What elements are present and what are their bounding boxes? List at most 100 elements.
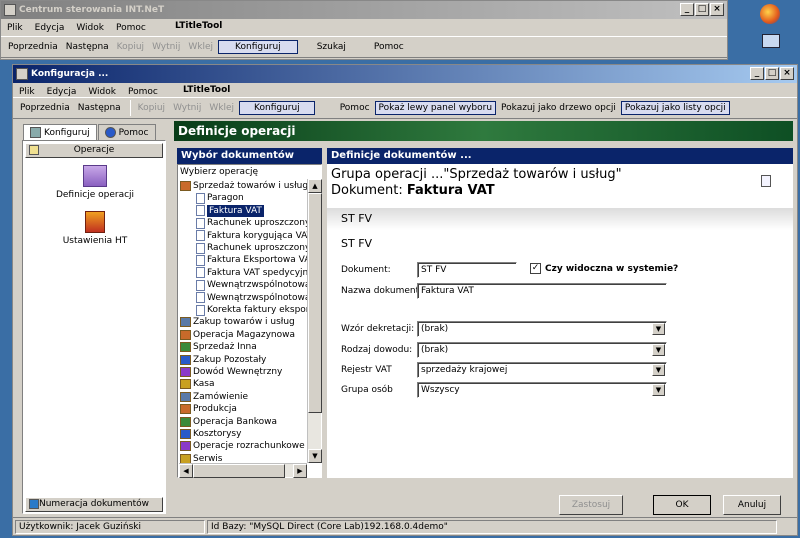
tree-document-item[interactable]: Rachunek uproszczony ko <box>196 242 307 254</box>
grupa-label: Grupa osób <box>341 385 393 395</box>
cut-button[interactable]: Wytnij <box>170 102 204 114</box>
cancel-button[interactable]: Anuluj <box>723 495 781 515</box>
tree-group-item[interactable]: Zakup Pozostały <box>180 354 266 366</box>
chevron-down-icon[interactable]: ▼ <box>652 384 665 396</box>
next-button[interactable]: Następna <box>75 102 124 114</box>
tree-group-item[interactable]: Operacja Bankowa <box>180 416 277 428</box>
configure-button[interactable]: Konfiguruj <box>239 101 315 115</box>
maximize-icon[interactable]: □ <box>695 3 709 16</box>
scroll-down-icon[interactable]: ▼ <box>308 449 322 463</box>
grupa-select[interactable]: Wszyscy ▼ <box>417 382 667 398</box>
minimize-icon[interactable]: _ <box>750 67 764 80</box>
help-button[interactable]: Pomoc <box>337 102 373 114</box>
grupa-value: Wszyscy <box>421 385 460 395</box>
operacje-section-button[interactable]: Operacje <box>25 143 163 158</box>
chevron-down-icon[interactable]: ▼ <box>652 344 665 356</box>
tree-document-item[interactable]: Faktura korygująca VAT <box>196 230 307 242</box>
back-next-button[interactable]: Następna <box>63 41 112 53</box>
tree-vscroll[interactable]: ▲ ▼ <box>307 179 322 463</box>
menu-pomoc[interactable]: Pomoc <box>128 87 158 97</box>
dekret-select[interactable]: (brak) ▼ <box>417 321 667 337</box>
tree-group-item[interactable]: Sprzedaż Inna <box>180 341 257 353</box>
tree-group-item[interactable]: Sprzedaż towarów i usług <box>180 180 307 192</box>
tree-group-item[interactable]: Zakup towarów i usług <box>180 316 295 328</box>
scroll-up-icon[interactable]: ▲ <box>308 179 322 193</box>
tab-pomoc[interactable]: Pomoc <box>97 124 156 140</box>
doc-prefix: Dokument: <box>331 183 407 198</box>
tree-item-label: Operacja Bankowa <box>193 416 278 427</box>
chevron-down-icon[interactable]: ▼ <box>652 364 665 376</box>
config-window-titlebar[interactable]: Konfiguracja ... _ □ × <box>13 65 797 83</box>
scroll-left-icon[interactable]: ◀ <box>179 464 193 478</box>
group-icon <box>180 329 191 340</box>
tree-group-item[interactable]: Zamówienie <box>180 391 248 403</box>
numbering-icon <box>29 499 39 509</box>
show-left-panel-button[interactable]: Pokaż lewy panel wyboru <box>374 101 497 115</box>
back-help-button[interactable]: Pomoc <box>371 41 407 53</box>
tree-document-item[interactable]: Paragon <box>196 192 244 204</box>
ustawienia-ht-item[interactable]: Ustawienia HT <box>33 211 157 246</box>
tree-group-item[interactable]: Operacja Magazynowa <box>180 329 295 341</box>
chevron-down-icon[interactable]: ▼ <box>652 323 665 335</box>
tree-document-item[interactable]: Faktura Eksportowa VAT <box>196 254 307 266</box>
visible-checkbox[interactable]: ✓ <box>530 263 541 274</box>
tree-document-item[interactable]: Korekta faktury eksporto <box>196 304 307 316</box>
group-icon <box>180 429 191 439</box>
apply-button[interactable]: Zastosuj <box>559 495 623 515</box>
vat-select[interactable]: sprzedaży krajowej ▼ <box>417 362 667 378</box>
prev-button[interactable]: Poprzednia <box>17 102 73 114</box>
back-cut-button[interactable]: Wytnij <box>149 41 183 53</box>
operations-tree[interactable]: Sprzedaż towarów i usług Paragon Faktura V… <box>179 179 307 463</box>
dowod-select[interactable]: (brak) ▼ <box>417 342 667 358</box>
tree-group-item[interactable]: Serwis <box>180 453 223 463</box>
desktop-firefox-icon[interactable] <box>760 4 780 24</box>
name-input[interactable]: Faktura VAT <box>417 283 667 299</box>
scroll-thumb[interactable] <box>308 193 322 413</box>
close-icon[interactable]: × <box>710 3 724 16</box>
back-window-titlebar[interactable]: Centrum sterowania INT.NeT _ □ × <box>1 1 727 19</box>
maximize-icon[interactable]: □ <box>765 67 779 80</box>
document-icon <box>196 304 205 316</box>
tree-document-item[interactable]: Faktura VAT spedycyjna <box>196 267 307 279</box>
copy-button[interactable]: Kopiuj <box>135 102 168 114</box>
status-user: Użytkownik: Jacek Guziński <box>15 519 205 534</box>
document-icon <box>196 217 205 229</box>
tree-group-item[interactable]: Kasa <box>180 378 214 390</box>
tab-konfiguruj[interactable]: Konfiguruj <box>23 124 97 140</box>
tree-document-item[interactable]: Wewnątrzwspólnotowa d <box>196 292 307 304</box>
menu-plik[interactable]: Plik <box>19 87 35 97</box>
back-copy-button[interactable]: Kopiuj <box>114 41 147 53</box>
scroll-right-icon[interactable]: ▶ <box>293 464 307 478</box>
show-list-button[interactable]: Pokazuj jako listy opcji <box>620 101 730 115</box>
menu-pomoc[interactable]: Pomoc <box>116 23 146 33</box>
show-tree-button[interactable]: Pokazuj jako drzewo opcji <box>498 102 619 114</box>
numeracja-button[interactable]: Numeracja dokumentów <box>25 497 163 512</box>
back-configure-button[interactable]: Konfiguruj <box>218 40 298 54</box>
back-prev-button[interactable]: Poprzednia <box>5 41 61 53</box>
close-icon[interactable]: × <box>780 67 794 80</box>
back-search-button[interactable]: Szukaj <box>314 41 349 53</box>
tree-document-item[interactable]: Rachunek uproszczony <box>196 217 307 229</box>
menu-widok[interactable]: Widok <box>88 87 116 97</box>
hscroll-thumb[interactable] <box>193 464 285 478</box>
back-paste-button[interactable]: Wklej <box>185 41 216 53</box>
tree-hscroll[interactable]: ◀ ▶ <box>179 463 307 478</box>
document-code-input[interactable]: ST FV <box>417 262 517 278</box>
menu-edycja[interactable]: Edycja <box>47 87 77 97</box>
tree-group-item[interactable]: Operacje rozrachunkowe <box>180 440 305 452</box>
group-icon <box>180 453 191 463</box>
tree-group-item[interactable]: Dowód Wewnętrzny <box>180 366 282 378</box>
definicje-operacji-item[interactable]: Definicje operacji <box>33 165 157 200</box>
tree-document-item[interactable]: Faktura VAT <box>196 204 264 217</box>
paste-button[interactable]: Wklej <box>206 102 237 114</box>
tree-group-item[interactable]: Kosztorysy <box>180 428 241 440</box>
desktop-computer-icon[interactable] <box>762 34 780 48</box>
tree-document-item[interactable]: Wewnątrzwspólnotowa d <box>196 279 307 291</box>
menu-edycja[interactable]: Edycja <box>35 23 65 33</box>
menu-widok[interactable]: Widok <box>76 23 104 33</box>
ok-button[interactable]: OK <box>653 495 711 515</box>
menu-plik[interactable]: Plik <box>7 23 23 33</box>
minimize-icon[interactable]: _ <box>680 3 694 16</box>
document-icon[interactable] <box>761 175 771 187</box>
tree-group-item[interactable]: Produkcja <box>180 403 237 415</box>
